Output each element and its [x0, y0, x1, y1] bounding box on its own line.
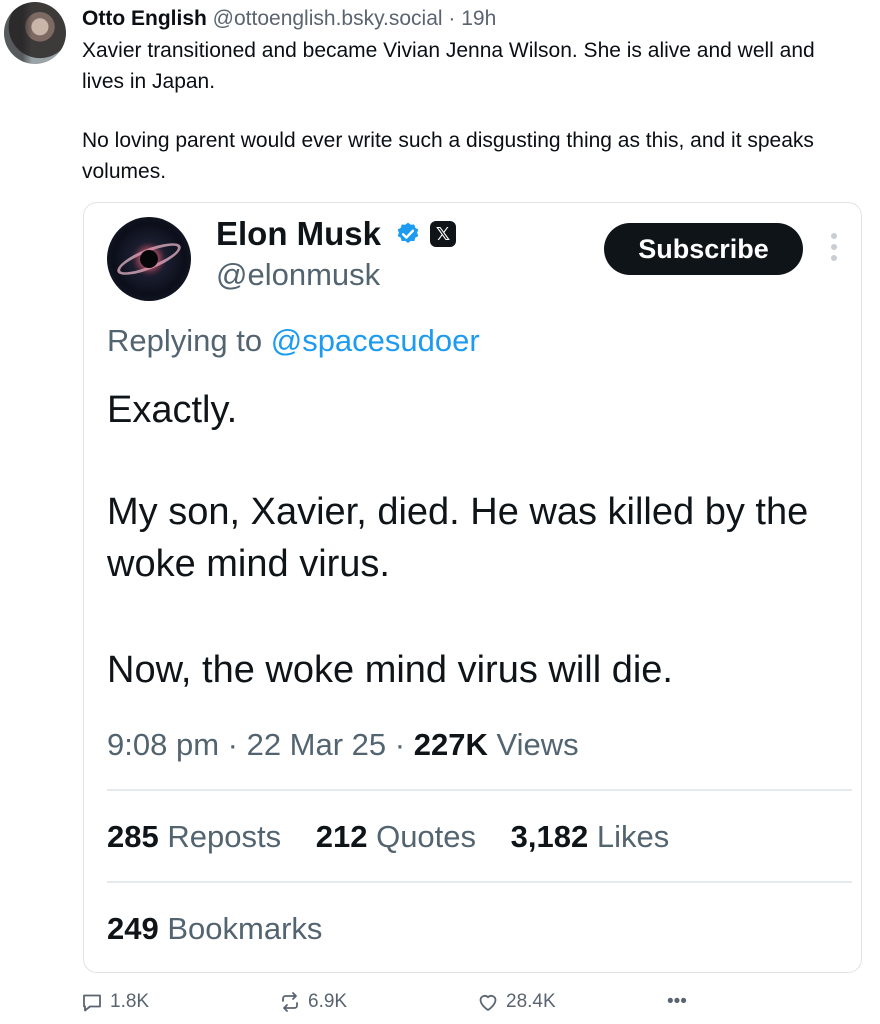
views-count: 227K	[413, 727, 488, 762]
replying-handle: @spacesudoer	[270, 323, 480, 358]
quotes-label: Quotes	[376, 819, 477, 854]
repost-count: 6.9K	[308, 991, 348, 1012]
like-count: 28.4K	[506, 991, 556, 1012]
bookmarks-stat: 249 Bookmarks	[107, 909, 322, 949]
author-handle[interactable]: @ottoenglish.bsky.social	[213, 7, 443, 30]
reply-button[interactable]: 1.8K	[80, 985, 149, 1019]
quotes-count: 212	[315, 819, 368, 854]
reposts-label: Reposts	[167, 819, 282, 854]
embed-author-handle: @elonmusk	[216, 257, 381, 292]
like-button[interactable]: 28.4K	[476, 985, 556, 1019]
more-icon: •••	[667, 991, 687, 1012]
embed-tweet-text: Exactly. My son, Xavier, died. He was ki…	[107, 384, 837, 696]
tweet-meta: 9:08 pm · 22 Mar 25 · 227K Views	[107, 727, 579, 762]
bookmarks-count: 249	[107, 911, 159, 946]
embed-avatar	[107, 217, 191, 301]
reply-count: 1.8K	[110, 991, 150, 1012]
repost-icon	[282, 992, 298, 1012]
embedded-image[interactable]: Elon Musk 𝕏 @elonmusk Subscribe Replying…	[83, 202, 862, 973]
post-body: Xavier transitioned and became Vivian Je…	[82, 36, 852, 187]
verified-icon	[397, 222, 419, 243]
tweet-line-3: Now, the woke mind virus will die.	[107, 649, 673, 691]
divider	[107, 789, 852, 791]
divider	[107, 881, 852, 883]
replying-prefix: Replying to	[107, 323, 263, 358]
kebab-icon	[830, 233, 838, 265]
like-icon	[479, 994, 497, 1011]
tweet-line-2: My son, Xavier, died. He was killed by t…	[107, 491, 809, 585]
x-logo-icon: 𝕏	[430, 221, 456, 247]
views-label: Views	[496, 727, 579, 762]
tweet-line-1: Exactly.	[107, 389, 238, 431]
author-name[interactable]: Otto English	[82, 7, 207, 30]
bookmarks-label: Bookmarks	[167, 911, 323, 946]
reply-icon	[83, 994, 101, 1012]
post-paragraph-2: No loving parent would ever write such a…	[82, 129, 814, 183]
embed-author-name: Elon Musk	[216, 215, 382, 252]
header-separator: ·	[448, 7, 456, 30]
post-header: Otto English @ottoenglish.bsky.social · …	[82, 5, 496, 33]
tweet-date: 22 Mar 25	[246, 727, 387, 762]
repost-button[interactable]: 6.9K	[278, 985, 347, 1019]
likes-label: Likes	[596, 819, 670, 854]
engagement-stats: 285 Reposts 212 Quotes 3,182 Likes	[107, 817, 695, 857]
post-paragraph-1: Xavier transitioned and became Vivian Je…	[82, 39, 815, 93]
subscribe-button: Subscribe	[604, 223, 803, 275]
more-options-button[interactable]: •••	[667, 985, 687, 1019]
post-actions: 1.8K 6.9K 28.4K •••	[0, 985, 880, 1019]
tweet-time: 9:08 pm	[107, 727, 220, 762]
reposts-count: 285	[107, 819, 159, 854]
replying-to: Replying to @spacesudoer	[107, 321, 480, 361]
post-time[interactable]: 19h	[461, 7, 496, 30]
author-avatar[interactable]	[4, 2, 66, 64]
likes-count: 3,182	[510, 819, 589, 854]
